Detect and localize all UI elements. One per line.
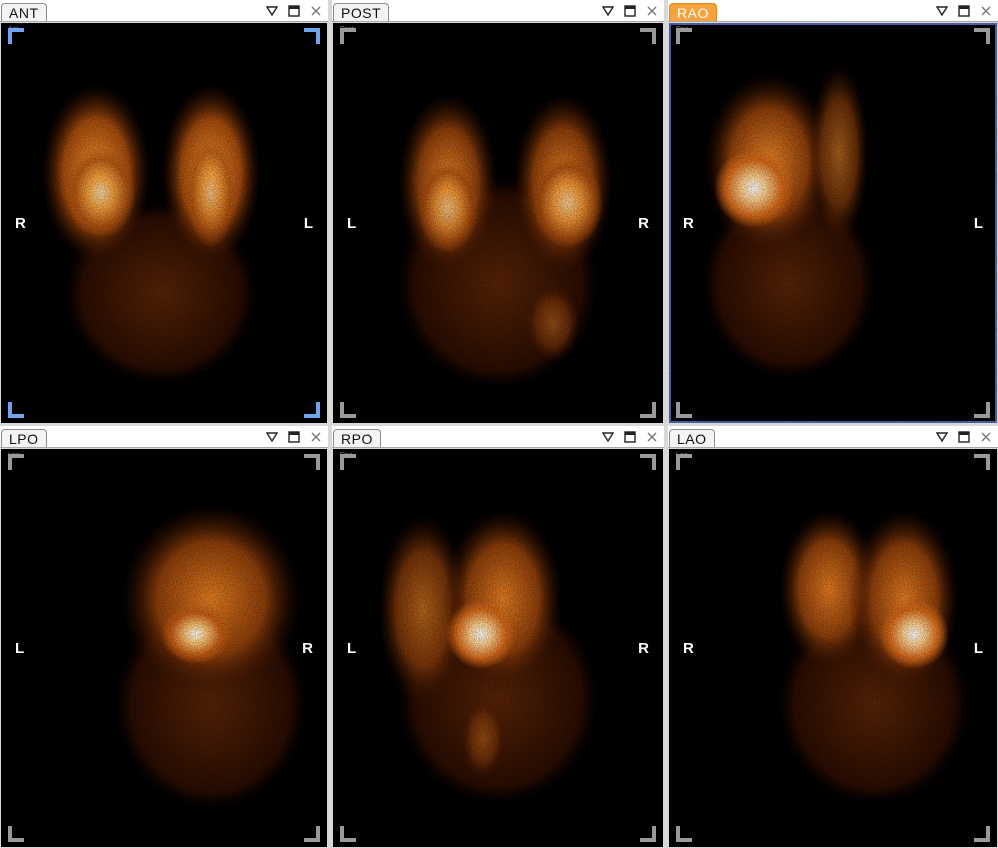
corner-handle-br[interactable] [640,826,656,842]
viewport-controls [600,3,660,19]
maximize-icon[interactable] [956,429,972,445]
corner-handle-bl[interactable] [340,402,356,418]
corner-handle-bl[interactable] [676,826,692,842]
tab-post[interactable]: POST [333,3,390,21]
viewport-tabbar: ANT [0,0,328,22]
corner-handle-br[interactable] [640,402,656,418]
orientation-right: R [638,215,649,232]
maximize-icon[interactable] [622,429,638,445]
corner-handle-br[interactable] [974,826,990,842]
viewport-post[interactable]: POST Post L R [332,0,664,424]
corner-handle-bl[interactable] [8,826,24,842]
orientation-right: R [638,640,649,658]
triangle-down-icon[interactable] [934,429,950,445]
scan-image-lao [669,449,997,847]
viewport-tabbar: LAO [668,426,998,448]
orientation-left: R [15,215,26,232]
image-canvas[interactable]: Lao R L [669,449,997,847]
image-canvas[interactable]: Lpo L R [1,449,327,847]
viewport-rpo[interactable]: RPO Rpo L R [332,426,664,848]
close-icon[interactable] [978,3,994,19]
corner-handle-tr[interactable] [640,28,656,44]
corner-handle-tr[interactable] [640,454,656,470]
close-icon[interactable] [978,429,994,445]
viewport-controls [934,3,994,19]
viewport-rao[interactable]: RAO Rao R L [668,0,998,424]
tab-lpo[interactable]: LPO [1,429,47,447]
corner-handle-bl[interactable] [8,402,24,418]
corner-handle-tr[interactable] [974,28,990,44]
viewport-lpo[interactable]: LPO Lpo L R [0,426,328,848]
corner-handle-bl[interactable] [676,402,692,418]
image-canvas[interactable]: Rao R L [669,23,997,423]
triangle-down-icon[interactable] [600,429,616,445]
scan-image-lpo [1,449,327,847]
image-canvas[interactable]: Post L R [333,23,663,423]
close-icon[interactable] [644,429,660,445]
tab-rao[interactable]: RAO [669,3,717,21]
corner-handle-tl[interactable] [8,28,24,44]
maximize-icon[interactable] [286,3,302,19]
tab-divider [668,447,998,448]
orientation-right: L [973,215,983,232]
corner-handle-tr[interactable] [974,454,990,470]
tab-lao[interactable]: LAO [669,429,715,447]
image-canvas[interactable]: Ant R L [1,23,327,423]
tab-divider [332,447,664,448]
viewport-tabbar: RPO [332,426,664,448]
viewport-controls [934,429,994,445]
triangle-down-icon[interactable] [264,3,280,19]
close-icon[interactable] [308,429,324,445]
orientation-left: L [15,640,25,658]
orientation-right: R [302,640,313,658]
orientation-left: R [683,640,694,658]
scan-image-rao [669,23,997,423]
corner-handle-tl[interactable] [676,454,692,470]
tab-divider [0,21,328,22]
tab-divider [668,21,998,22]
triangle-down-icon[interactable] [600,3,616,19]
image-canvas[interactable]: Rpo L R [333,449,663,847]
orientation-left: R [683,215,694,232]
maximize-icon[interactable] [622,3,638,19]
corner-handle-br[interactable] [304,402,320,418]
viewport-ant[interactable]: ANT Ant R L [0,0,328,424]
viewport-controls [264,429,324,445]
viewport-tabbar: RAO [668,0,998,22]
close-icon[interactable] [308,3,324,19]
tab-divider [0,447,328,448]
corner-handle-tl[interactable] [8,454,24,470]
orientation-left: L [347,215,357,232]
viewport-lao[interactable]: LAO Lao R L [668,426,998,848]
viewport-tabbar: LPO [0,426,328,448]
close-icon[interactable] [644,3,660,19]
corner-handle-tr[interactable] [304,454,320,470]
scan-image-ant [1,23,327,423]
triangle-down-icon[interactable] [934,3,950,19]
viewport-controls [600,429,660,445]
tab-divider [332,21,664,22]
maximize-icon[interactable] [286,429,302,445]
scan-image-post [333,23,663,423]
orientation-right: L [303,215,313,232]
tab-ant[interactable]: ANT [1,3,47,21]
corner-handle-tr[interactable] [304,28,320,44]
orientation-right: L [973,640,983,658]
maximize-icon[interactable] [956,3,972,19]
viewport-tabbar: POST [332,0,664,22]
triangle-down-icon[interactable] [264,429,280,445]
tab-rpo[interactable]: RPO [333,429,381,447]
corner-handle-br[interactable] [304,826,320,842]
viewport-controls [264,3,324,19]
corner-handle-tl[interactable] [340,454,356,470]
scan-image-rpo [333,449,663,847]
corner-handle-bl[interactable] [340,826,356,842]
corner-handle-tl[interactable] [676,28,692,44]
corner-handle-br[interactable] [974,402,990,418]
orientation-left: L [347,640,357,658]
corner-handle-tl[interactable] [340,28,356,44]
